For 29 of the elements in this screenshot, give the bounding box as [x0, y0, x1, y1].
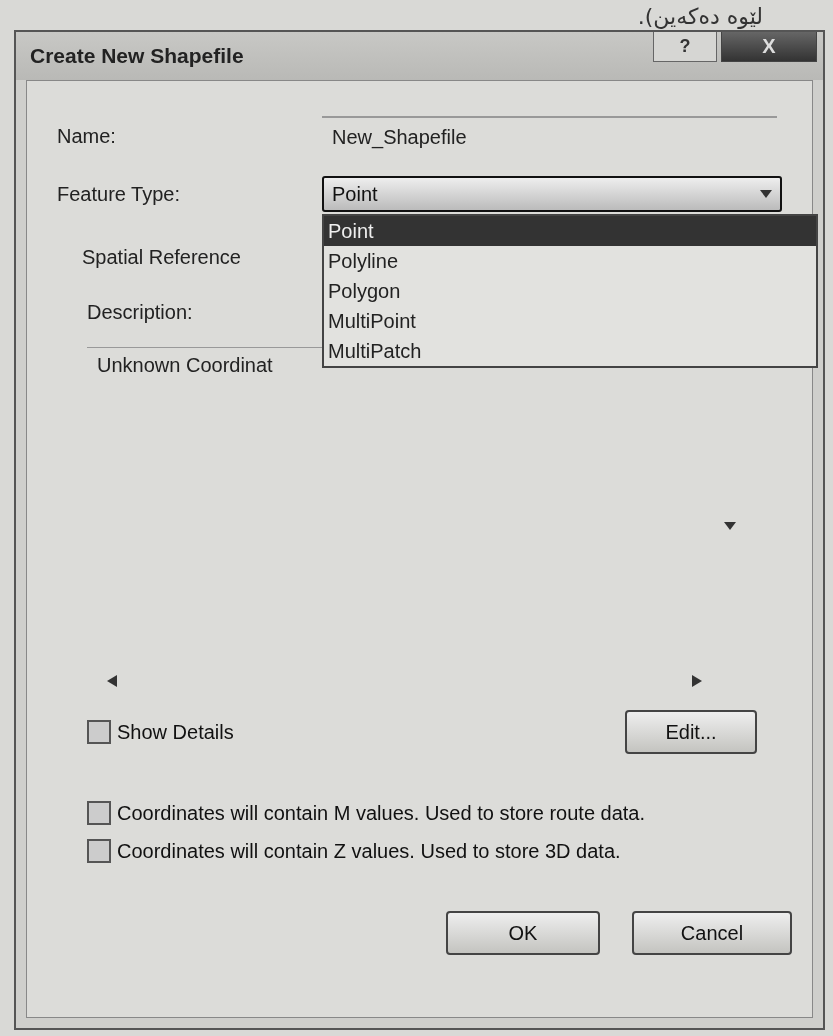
show-details-checkbox[interactable]: Show Details: [87, 720, 234, 744]
dropdown-option[interactable]: Point: [324, 216, 816, 246]
dropdown-option[interactable]: MultiPatch: [324, 336, 816, 366]
field-label: Name:: [57, 124, 117, 148]
edit-button[interactable]: Edit...: [625, 710, 757, 754]
scroll-right-icon[interactable]: [692, 675, 702, 687]
dialog-button[interactable]: OK: [446, 911, 600, 955]
scroll-left-icon[interactable]: [107, 675, 117, 687]
field-label: Description:: [86, 300, 194, 324]
window-title: Create New Shapefile: [30, 44, 244, 68]
checkbox-icon[interactable]: [87, 720, 111, 744]
dropdown-option[interactable]: Polyline: [324, 246, 816, 276]
checkbox-icon[interactable]: [87, 801, 111, 825]
option-checkbox[interactable]: Coordinates will contain Z values. Used to store 3D data.: [87, 839, 792, 863]
help-button[interactable]: ?: [653, 32, 717, 62]
caret-icon: [760, 190, 772, 198]
section-label: Spatial Reference: [81, 245, 242, 269]
option-checkbox[interactable]: Coordinates will contain M values. Used to store route data.: [87, 801, 792, 825]
dropdown-option[interactable]: Polygon: [324, 276, 816, 306]
name-field[interactable]: New_Shapefile: [322, 116, 777, 156]
dropdown-option[interactable]: MultiPoint: [324, 306, 816, 336]
feature-type-dropdown[interactable]: Point: [322, 176, 782, 212]
checkbox-icon[interactable]: [87, 839, 111, 863]
description-text: Unknown Coordinat: [97, 354, 274, 377]
field-label: Feature Type:: [57, 182, 182, 206]
page-caption: لێوە دەکەین).: [637, 4, 763, 30]
dialog-button[interactable]: Cancel: [632, 911, 792, 955]
scroll-down-icon[interactable]: [724, 522, 736, 530]
close-button[interactable]: X: [721, 32, 817, 62]
